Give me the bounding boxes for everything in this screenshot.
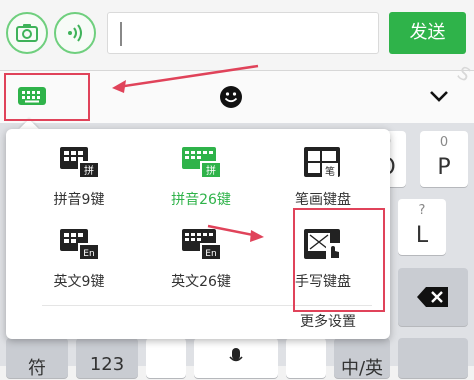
period-key[interactable] <box>286 338 326 378</box>
key-p-main: P <box>437 155 451 180</box>
svg-text:拼: 拼 <box>84 164 94 177</box>
key-p[interactable]: 0 P <box>420 131 468 187</box>
voice-button[interactable] <box>54 12 96 54</box>
pinyin-26-keyboard-icon: 拼 <box>182 147 220 177</box>
camera-button[interactable] <box>6 12 48 54</box>
svg-text:En: En <box>205 249 216 259</box>
backspace-key[interactable] <box>398 268 468 326</box>
option-label: 英文26键 <box>171 274 231 290</box>
english-9-keyboard-icon: En <box>60 229 98 259</box>
number-key[interactable]: 123 <box>76 338 138 378</box>
chevron-down-icon <box>430 91 448 102</box>
camera-icon <box>16 24 38 42</box>
pinyin-9-keyboard-icon: 拼 <box>60 147 98 177</box>
collapse-keyboard-button[interactable] <box>428 88 450 108</box>
symbol-key[interactable]: 符 <box>6 338 68 379</box>
option-pinyin-9[interactable]: 拼 拼音9键 <box>24 145 134 209</box>
emoji-icon <box>220 86 242 108</box>
text-caret <box>120 22 122 46</box>
option-pinyin-26[interactable]: 拼 拼音26键 <box>146 145 256 209</box>
enter-key[interactable] <box>398 338 468 378</box>
highlight-handwriting-option <box>293 208 385 312</box>
emoji-button[interactable] <box>219 85 243 113</box>
key-l-sub: ? <box>418 203 426 218</box>
option-label: 拼音26键 <box>171 192 231 208</box>
key-l-main: L <box>415 223 429 248</box>
lang-switch-label: 中/英 <box>340 358 384 379</box>
message-input[interactable] <box>107 12 379 54</box>
lang-switch-key[interactable]: 中/英 <box>334 338 390 379</box>
voice-icon <box>68 24 82 42</box>
comma-key[interactable] <box>146 338 186 378</box>
option-english-9[interactable]: En 英文9键 <box>24 227 134 291</box>
english-26-keyboard-icon: En <box>182 229 220 259</box>
space-key[interactable] <box>194 338 278 378</box>
more-settings-link[interactable]: 更多设置 <box>300 311 356 331</box>
option-stroke[interactable]: 笔 笔画键盘 <box>268 145 378 209</box>
backspace-icon <box>417 287 448 307</box>
stroke-keyboard-icon: 笔 <box>304 147 340 178</box>
svg-text:拼: 拼 <box>206 164 216 177</box>
microphone-icon <box>229 348 243 362</box>
symbol-key-label: 符 <box>28 358 46 379</box>
option-english-26[interactable]: En 英文26键 <box>146 227 256 291</box>
svg-text:笔: 笔 <box>325 165 335 178</box>
option-label: 拼音9键 <box>53 192 105 208</box>
key-p-sub: 0 <box>439 135 449 150</box>
highlight-keyboard-button <box>4 73 90 121</box>
key-l[interactable]: ? L <box>398 199 446 255</box>
option-label: 英文9键 <box>53 274 105 290</box>
chat-input-bar: 发送 <box>0 0 474 71</box>
option-label: 笔画键盘 <box>295 192 351 208</box>
number-key-label: 123 <box>89 354 125 375</box>
send-button[interactable]: 发送 <box>389 12 466 54</box>
svg-text:En: En <box>83 249 94 259</box>
